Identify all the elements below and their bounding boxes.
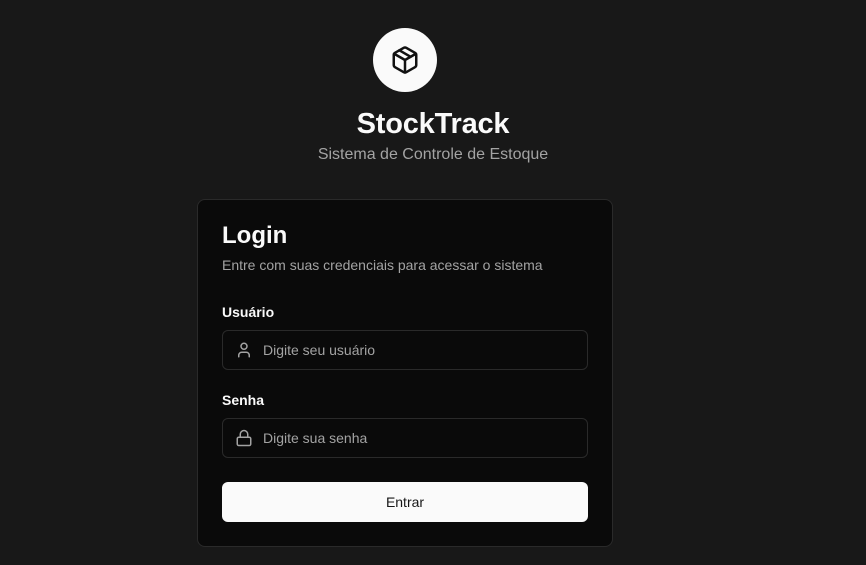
password-field <box>222 418 588 458</box>
login-card: Login Entre com suas credenciais para ac… <box>197 199 613 547</box>
card-description: Entre com suas credenciais para acessar … <box>222 257 543 273</box>
login-page: StockTrack Sistema de Controle de Estoqu… <box>0 0 866 565</box>
card-title: Login <box>222 222 288 249</box>
username-input[interactable] <box>263 331 587 369</box>
app-subtitle: Sistema de Controle de Estoque <box>317 146 549 163</box>
user-icon <box>235 341 253 359</box>
password-label: Senha <box>222 392 265 408</box>
logo-badge <box>373 28 437 92</box>
password-input[interactable] <box>263 419 587 457</box>
app-title: StockTrack <box>356 108 510 140</box>
lock-icon <box>235 429 253 447</box>
username-field <box>222 330 588 370</box>
package-icon <box>392 46 418 74</box>
username-label: Usuário <box>222 304 275 320</box>
login-button[interactable]: Entrar <box>222 482 588 522</box>
